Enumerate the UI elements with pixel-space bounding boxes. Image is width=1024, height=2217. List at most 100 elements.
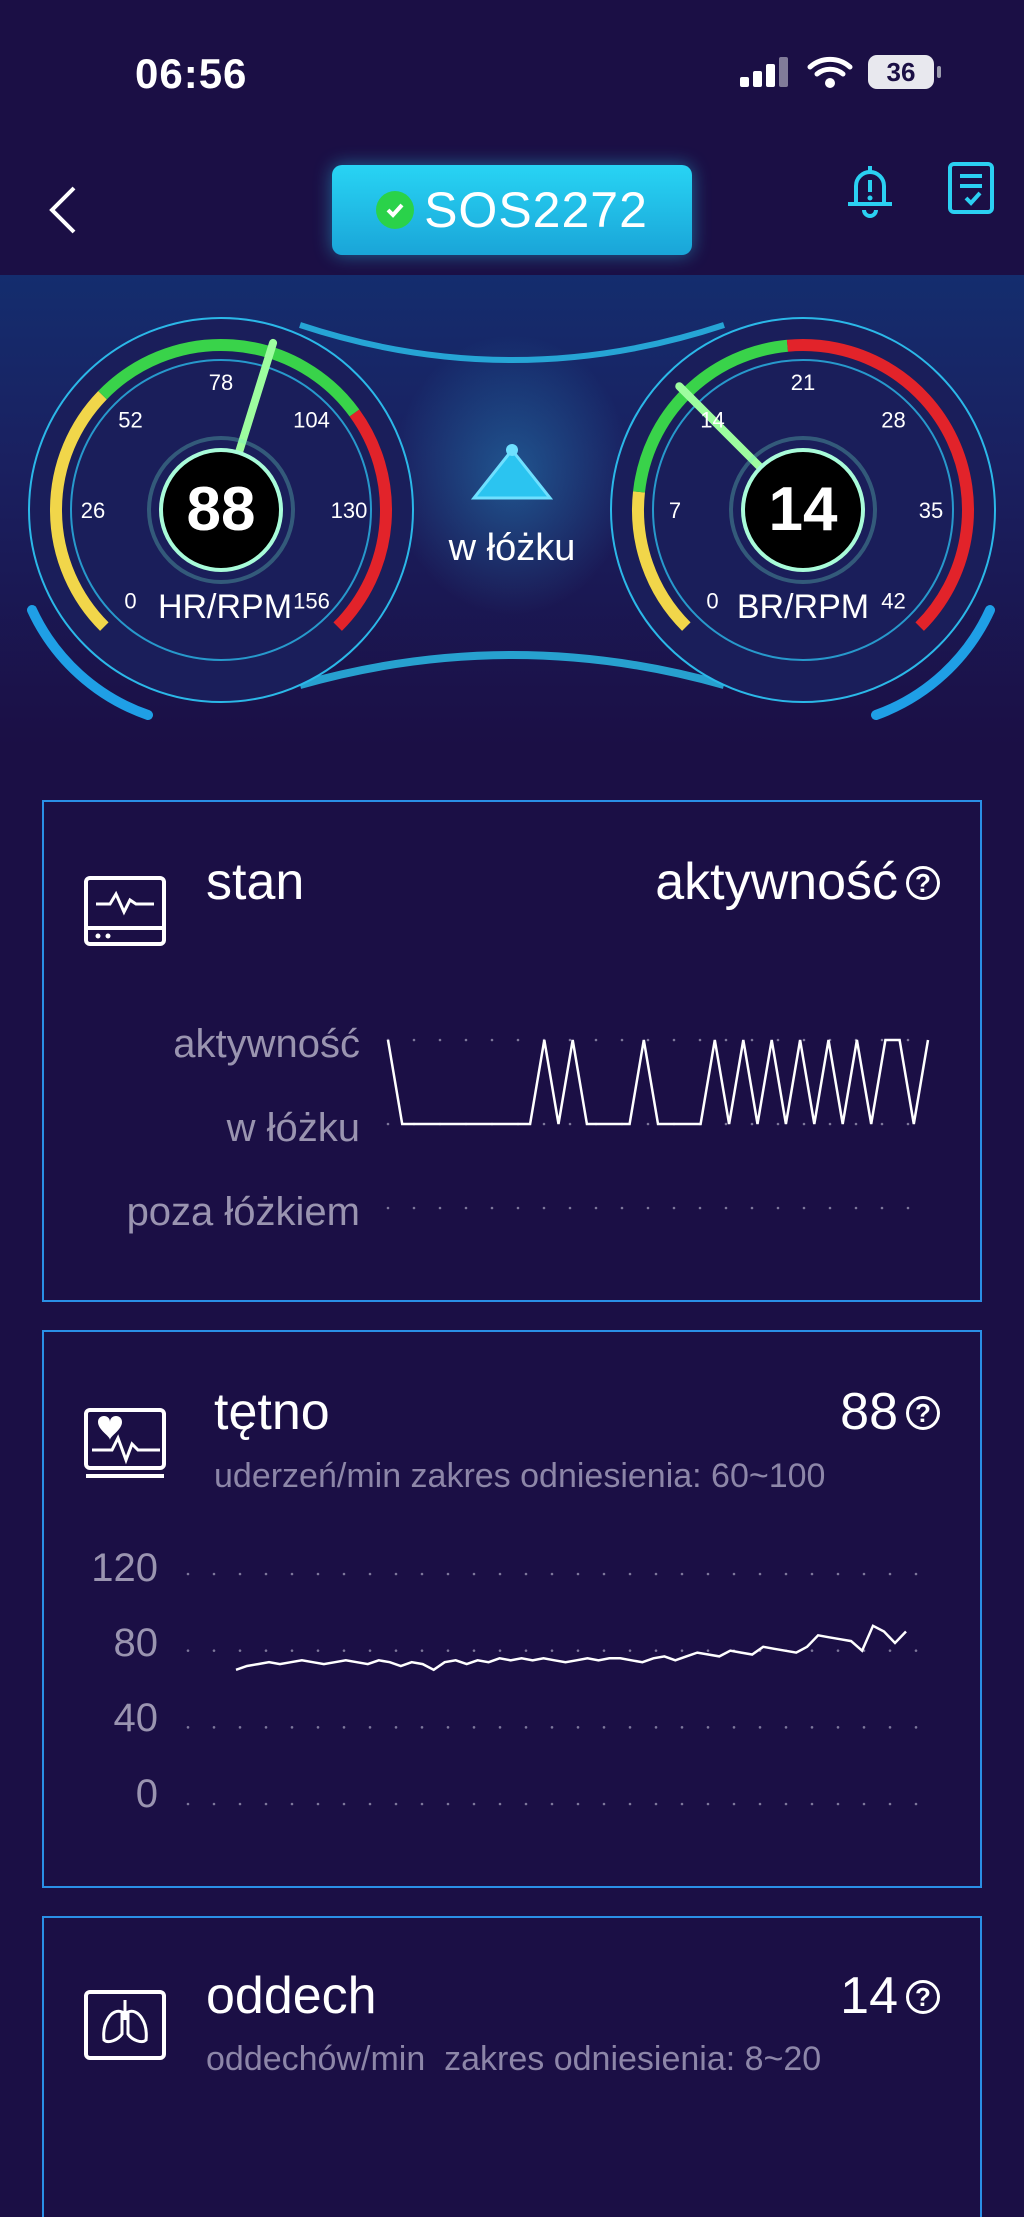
status-grid-dot — [646, 1122, 650, 1126]
status-grid-dot — [906, 1206, 910, 1210]
status-grid-dot — [776, 1038, 780, 1042]
heart-grid-dot — [784, 1572, 788, 1576]
heart-grid-dot — [498, 1572, 502, 1576]
status-help-icon[interactable]: ? — [906, 866, 940, 900]
heart-grid-dot — [316, 1649, 320, 1652]
heart-grid-dot — [550, 1649, 554, 1652]
status-grid-dot — [802, 1038, 806, 1042]
heart-grid-dot — [654, 1802, 658, 1806]
heart-grid-dot — [342, 1802, 346, 1806]
breath-title: oddech — [206, 1967, 377, 2025]
breath-rate-gauge: 14 BR/RPM 0 7 14 21 28 35 42 — [610, 317, 996, 720]
heart-grid-dot — [862, 1726, 866, 1729]
right-gauge-tick: 42 — [881, 589, 905, 614]
status-grid-dot — [880, 1122, 884, 1126]
status-grid-dot — [750, 1206, 754, 1210]
heart-grid-dot — [732, 1802, 736, 1806]
heart-grid-dot — [836, 1649, 840, 1652]
monitor-icon — [84, 876, 166, 946]
lungs-icon — [84, 1990, 166, 2060]
heart-grid-dot — [732, 1572, 736, 1576]
right-gauge-tick: 21 — [791, 370, 815, 395]
status-grid-dot — [516, 1206, 520, 1210]
heart-grid-dot — [914, 1726, 918, 1729]
status-grid-dot — [880, 1206, 884, 1210]
heart-grid-dot — [810, 1802, 814, 1806]
heart-rate-value: 88 — [187, 475, 256, 544]
heart-grid-dot — [524, 1649, 528, 1652]
heart-grid-dot — [706, 1649, 710, 1652]
heart-grid-dot — [784, 1726, 788, 1729]
chevron-left-icon — [49, 186, 76, 234]
heart-help-icon[interactable]: ? — [906, 1396, 940, 1430]
heart-grid-dot — [914, 1572, 918, 1576]
heart-grid-dot — [602, 1572, 606, 1576]
status-grid-dot — [854, 1206, 858, 1210]
heart-grid-dot — [628, 1726, 632, 1729]
heart-grid-dot — [680, 1572, 684, 1576]
report-button[interactable] — [946, 160, 996, 220]
breath-subtitle: oddechów/min zakres odniesienia: 8~20 — [206, 2040, 822, 2078]
heart-grid-dot — [550, 1572, 554, 1576]
status-grid-dot — [724, 1038, 728, 1042]
heart-grid-dot — [628, 1649, 632, 1652]
heart-grid-dot — [186, 1726, 190, 1729]
heart-grid-dot — [446, 1726, 450, 1729]
alarm-button[interactable] — [842, 160, 898, 220]
status-grid-dot — [646, 1206, 650, 1210]
heart-grid-dot — [368, 1726, 372, 1729]
status-grid-dot — [464, 1206, 468, 1210]
status-grid-dot — [386, 1206, 390, 1210]
heart-grid-dot — [290, 1572, 294, 1576]
left-gauge-tick: 104 — [293, 407, 330, 432]
heart-grid-dot — [784, 1802, 788, 1806]
status-value: aktywność — [655, 853, 898, 911]
right-gauge-tick: 35 — [919, 498, 943, 523]
breath-rate-value: 14 — [769, 475, 838, 544]
heart-grid-dot — [628, 1572, 632, 1576]
breath-rate-unit: BR/RPM — [737, 588, 869, 626]
heart-grid-dot — [576, 1726, 580, 1729]
status-grid-dot — [412, 1206, 416, 1210]
heart-grid-dot — [680, 1802, 684, 1806]
heart-grid-dot — [888, 1572, 892, 1576]
heart-grid-dot — [290, 1802, 294, 1806]
bottom-connector — [298, 651, 726, 689]
right-gauge-tick: 28 — [881, 407, 905, 432]
status-grid-dot — [672, 1206, 676, 1210]
heart-grid-dot — [706, 1802, 710, 1806]
heart-rate-unit: HR/RPM — [158, 588, 292, 626]
status-grid-dot — [906, 1122, 910, 1126]
right-gauge-tick: 7 — [669, 498, 681, 523]
heart-grid-dot — [368, 1802, 372, 1806]
heart-grid-dot — [472, 1649, 476, 1652]
heart-grid-dot — [498, 1802, 502, 1806]
heart-grid-dot — [238, 1649, 242, 1652]
heart-rate-panel: tętno 88 ? uderzeń/min zakres odniesieni… — [42, 1330, 982, 1888]
back-button[interactable] — [40, 180, 90, 240]
heart-grid-dot — [498, 1649, 502, 1652]
heart-grid-dot — [316, 1572, 320, 1576]
heart-grid-dot — [316, 1726, 320, 1729]
status-grid-dot — [724, 1122, 728, 1126]
breath-help-icon[interactable]: ? — [906, 1980, 940, 2014]
heart-grid-dot — [342, 1572, 346, 1576]
status-grid-dot — [464, 1038, 468, 1042]
status-grid-dot — [906, 1038, 910, 1042]
heart-grid-dot — [264, 1649, 268, 1652]
heart-value: 88 — [840, 1383, 898, 1441]
heart-rate-gauge: 88 HR/RPM 0 26 52 78 104 130 156 — [27, 317, 414, 720]
heart-grid-dot — [862, 1802, 866, 1806]
status-grid-dot — [802, 1206, 806, 1210]
status-grid-dot — [594, 1038, 598, 1042]
heart-grid-dot — [368, 1572, 372, 1576]
heart-grid-dot — [654, 1572, 658, 1576]
heart-grid-dot — [238, 1572, 242, 1576]
heart-grid-dot — [472, 1802, 476, 1806]
heart-grid-dot — [524, 1726, 528, 1729]
status-grid-dot — [438, 1206, 442, 1210]
device-selector[interactable]: SOS2272 — [332, 165, 692, 255]
heart-grid-dot — [316, 1802, 320, 1806]
status-grid-dot — [880, 1038, 884, 1042]
heart-grid-dot — [524, 1802, 528, 1806]
